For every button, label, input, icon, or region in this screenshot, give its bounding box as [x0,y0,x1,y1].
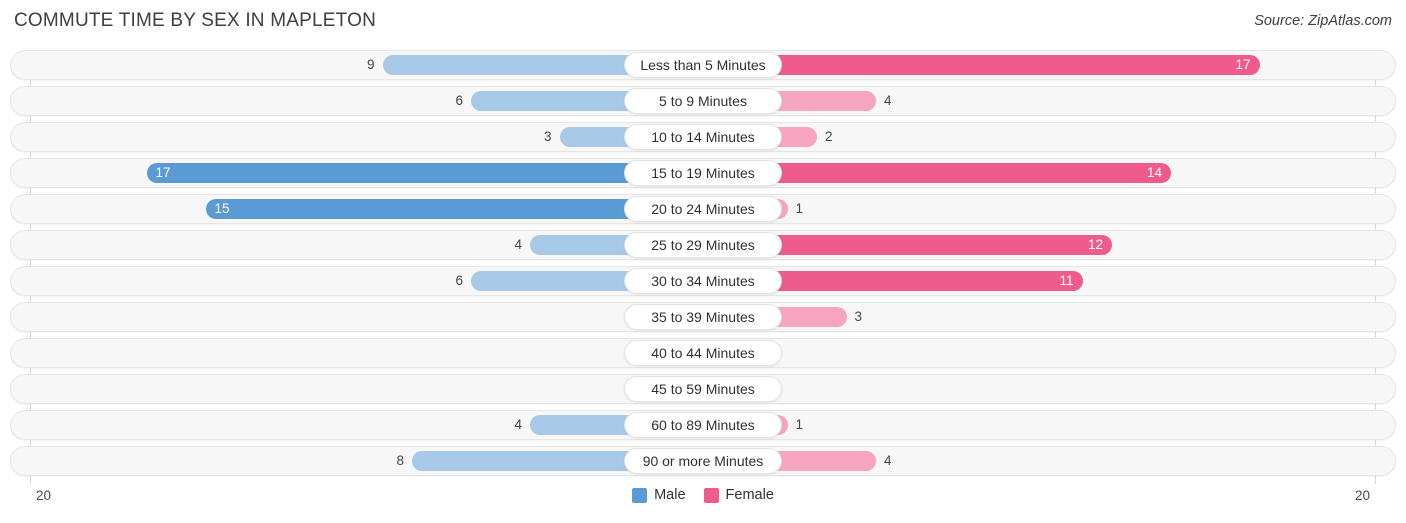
table-row: 6 11 30 to 34 Minutes [10,266,1396,296]
value-label-male: 17 [155,165,171,180]
value-label-male: 3 [543,129,552,144]
value-label-male: 6 [455,93,463,108]
page-title: COMMUTE TIME BY SEX IN MAPLETON [14,10,376,31]
value-label-male: 4 [514,417,522,432]
category-label: 5 to 9 Minutes [624,88,782,114]
value-label-male: 4 [514,237,522,252]
table-row: 0045 to 59 Minutes [10,374,1396,404]
category-label: 45 to 59 Minutes [624,376,782,402]
value-label-female: 17 [1235,57,1251,72]
table-row: 9 17 Less than 5 Minutes [10,50,1396,80]
value-label-female: 2 [825,129,833,144]
value-label-male: 15 [214,201,230,216]
value-label-female: 11 [1059,273,1074,288]
chart-root: COMMUTE TIME BY SEX IN MAPLETON Source: … [0,0,1406,523]
legend-item-male[interactable]: Male [632,487,686,503]
table-row: 3 2 10 to 14 Minutes [10,122,1396,152]
source-attribution: Source: ZipAtlas.com [1254,13,1392,29]
value-label-female: 1 [795,201,804,216]
legend-item-female[interactable]: Female [703,487,774,503]
legend-swatch-icon [632,487,648,503]
value-label-female: 12 [1087,237,1103,252]
value-label-female: 14 [1146,165,1162,180]
plot-area: 9 17 Less than 5 Minutes 6 4 5 to 9 Minutes 3 2… [10,50,1396,484]
table-row: 0040 to 44 Minutes [10,338,1396,368]
category-label: Less than 5 Minutes [624,52,782,78]
table-row: 0335 to 39 Minutes [10,302,1396,332]
category-label: 25 to 29 Minutes [624,232,782,258]
category-label: 10 to 14 Minutes [624,124,782,150]
value-label-female: 4 [884,453,892,468]
bar-male [146,163,703,183]
category-label: 60 to 89 Minutes [624,412,782,438]
value-label-male: 9 [366,57,375,72]
category-label: 30 to 34 Minutes [624,268,782,294]
category-label: 15 to 19 Minutes [624,160,782,186]
value-label-female: 1 [795,417,804,432]
category-label: 20 to 24 Minutes [624,196,782,222]
legend-label: Male [654,487,686,503]
table-row: 17 14 15 to 19 Minutes [10,158,1396,188]
category-label: 40 to 44 Minutes [624,340,782,366]
value-label-female: 4 [884,93,892,108]
legend-swatch-icon [703,487,719,503]
bar-female [703,55,1260,75]
value-label-female: 3 [854,309,863,324]
table-row: 6 4 5 to 9 Minutes [10,86,1396,116]
category-label: 35 to 39 Minutes [624,304,782,330]
table-row: 15 1 20 to 24 Minutes [10,194,1396,224]
value-label-male: 6 [455,273,463,288]
table-row: 4 12 25 to 29 Minutes [10,230,1396,260]
chart-legend: Male Female [0,487,1406,503]
table-row: 8 4 90 or more Minutes [10,446,1396,476]
category-label: 90 or more Minutes [624,448,782,474]
value-label-male: 8 [396,453,404,468]
legend-label: Female [725,487,774,503]
table-row: 4 1 60 to 89 Minutes [10,410,1396,440]
